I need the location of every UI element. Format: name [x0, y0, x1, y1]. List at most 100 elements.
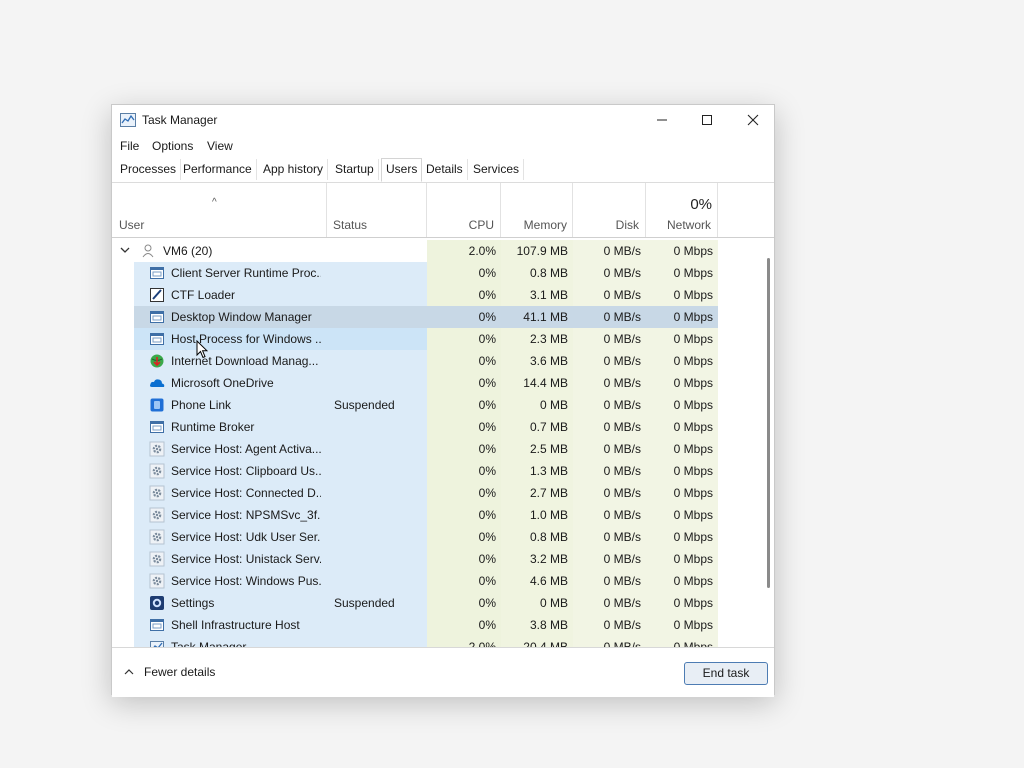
column-network-label: Network — [666, 218, 711, 232]
process-cpu: 0% — [478, 288, 496, 302]
chart-icon — [149, 639, 165, 647]
process-row[interactable]: Desktop Window Manager 0% 41.1 MB 0 MB/s 0 M… — [112, 306, 762, 328]
process-row[interactable]: Task Manager 2.0% 20.4 MB 0 MB/s 0 Mbps — [112, 636, 762, 647]
process-name: Microsoft OneDrive — [171, 376, 274, 390]
process-row[interactable]: Service Host: Agent Activa... 0% 2.5 MB 0 M… — [112, 438, 762, 460]
process-row[interactable]: Settings Suspended 0% 0 MB 0 MB/s 0 Mbps — [112, 592, 762, 614]
group-cpu: 2.0% — [468, 244, 496, 258]
column-network[interactable]: 0% Network — [646, 183, 718, 237]
process-memory: 0.8 MB — [529, 266, 568, 280]
column-cpu[interactable]: CPU — [427, 183, 501, 237]
column-cpu-label: CPU — [468, 218, 494, 232]
close-button[interactable] — [730, 105, 776, 135]
process-disk: 0 MB/s — [603, 640, 641, 647]
process-network: 0 Mbps — [673, 508, 713, 522]
process-row[interactable]: Service Host: Clipboard Us... 0% 1.3 MB 0 M… — [112, 460, 762, 482]
close-icon — [747, 114, 759, 126]
gear-icon — [149, 485, 165, 501]
maximize-button[interactable] — [684, 105, 730, 135]
process-network: 0 Mbps — [673, 288, 713, 302]
window-title: Task Manager — [142, 113, 218, 127]
process-disk: 0 MB/s — [603, 464, 641, 478]
process-status — [334, 284, 427, 306]
process-row[interactable]: Phone Link Suspended 0% 0 MB 0 MB/s 0 Mbps — [112, 394, 762, 416]
process-cpu: 0% — [478, 464, 496, 478]
process-network: 0 Mbps — [673, 552, 713, 566]
list-scrollbar[interactable] — [764, 238, 774, 647]
process-cpu: 0% — [478, 552, 496, 566]
process-row[interactable]: Internet Download Manag... 0% 3.6 MB 0 MB/s… — [112, 350, 762, 372]
column-status[interactable]: Status — [327, 183, 427, 237]
process-status — [334, 372, 427, 394]
process-row[interactable]: Client Server Runtime Proc... 0% 0.8 MB 0 M… — [112, 262, 762, 284]
process-disk: 0 MB/s — [603, 398, 641, 412]
process-name: Internet Download Manag... — [171, 354, 319, 368]
process-row[interactable]: Service Host: Udk User Ser... 0% 0.8 MB 0 M… — [112, 526, 762, 548]
scrollbar-thumb[interactable] — [767, 258, 770, 588]
process-row[interactable]: CTF Loader 0% 3.1 MB 0 MB/s 0 Mbps — [112, 284, 762, 306]
tab-startup[interactable]: Startup — [331, 159, 379, 180]
process-memory: 2.5 MB — [529, 442, 568, 456]
process-name: Service Host: Clipboard Us... — [171, 464, 321, 478]
process-status — [334, 504, 427, 526]
process-row[interactable]: Host Process for Windows ... 0% 2.3 MB 0 MB… — [112, 328, 762, 350]
process-memory: 41.1 MB — [523, 310, 568, 324]
process-network: 0 Mbps — [673, 310, 713, 324]
process-disk: 0 MB/s — [603, 354, 641, 368]
menu-options[interactable]: Options — [152, 139, 193, 153]
column-user[interactable]: ^ User — [112, 183, 327, 237]
process-row[interactable]: Service Host: Windows Pus... 0% 4.6 MB 0 MB… — [112, 570, 762, 592]
menu-file[interactable]: File — [120, 139, 139, 153]
process-network: 0 Mbps — [673, 442, 713, 456]
user-group-row[interactable]: VM6 (20) 2.0% 107.9 MB 0 MB/s 0 Mbps — [112, 240, 762, 262]
sort-ascending-icon: ^ — [212, 197, 217, 208]
end-task-button[interactable]: End task — [684, 662, 768, 685]
settings-icon — [149, 595, 165, 611]
gear-icon — [149, 507, 165, 523]
process-memory: 3.2 MB — [529, 552, 568, 566]
process-row[interactable]: Shell Infrastructure Host 0% 3.8 MB 0 MB/s 0… — [112, 614, 762, 636]
process-status — [334, 570, 427, 592]
title-bar[interactable]: Task Manager — [112, 105, 774, 135]
minimize-icon — [657, 119, 667, 121]
tab-users[interactable]: Users — [381, 158, 423, 182]
process-row[interactable]: Service Host: NPSMSvc_3f... 0% 1.0 MB 0 MB/… — [112, 504, 762, 526]
process-row[interactable]: Runtime Broker 0% 0.7 MB 0 MB/s 0 Mbps — [112, 416, 762, 438]
gear-icon — [149, 529, 165, 545]
phone-icon — [149, 397, 165, 413]
column-disk[interactable]: Disk — [573, 183, 646, 237]
process-memory: 2.3 MB — [529, 332, 568, 346]
fewer-details-toggle[interactable]: Fewer details — [124, 665, 215, 679]
group-memory: 107.9 MB — [516, 244, 568, 258]
tab-processes[interactable]: Processes — [116, 159, 182, 180]
process-row[interactable]: Service Host: Unistack Serv... 0% 3.2 MB 0 … — [112, 548, 762, 570]
cloud-icon — [149, 375, 165, 391]
process-status: Suspended — [334, 398, 395, 412]
process-cpu: 0% — [478, 266, 496, 280]
globe-icon — [149, 353, 165, 369]
tab-performance[interactable]: Performance — [179, 159, 257, 180]
column-memory[interactable]: Memory — [501, 183, 573, 237]
tab-services[interactable]: Services — [469, 159, 525, 180]
tab-app-history[interactable]: App history — [259, 159, 329, 180]
process-name: Phone Link — [171, 398, 232, 412]
process-disk: 0 MB/s — [603, 332, 641, 346]
process-network: 0 Mbps — [673, 420, 713, 434]
column-header: ^ User Status CPU Memory Disk 0% Network — [112, 183, 774, 238]
group-network: 0 Mbps — [673, 244, 713, 258]
process-network: 0 Mbps — [673, 618, 713, 632]
menu-view[interactable]: View — [207, 139, 233, 153]
minimize-button[interactable] — [639, 105, 685, 135]
process-cpu: 0% — [478, 332, 496, 346]
column-status-label: Status — [333, 218, 368, 232]
process-row[interactable]: Microsoft OneDrive 0% 14.4 MB 0 MB/s 0 Mbps — [112, 372, 762, 394]
chevron-down-icon[interactable] — [120, 244, 130, 258]
process-status — [334, 416, 427, 438]
process-name: Service Host: Windows Pus... — [171, 574, 321, 588]
process-status — [334, 526, 427, 548]
process-cpu: 0% — [478, 530, 496, 544]
process-status — [334, 460, 427, 482]
process-row[interactable]: Service Host: Connected D... 0% 2.7 MB 0 MB… — [112, 482, 762, 504]
tab-details[interactable]: Details — [422, 159, 468, 180]
gear-icon — [149, 441, 165, 457]
